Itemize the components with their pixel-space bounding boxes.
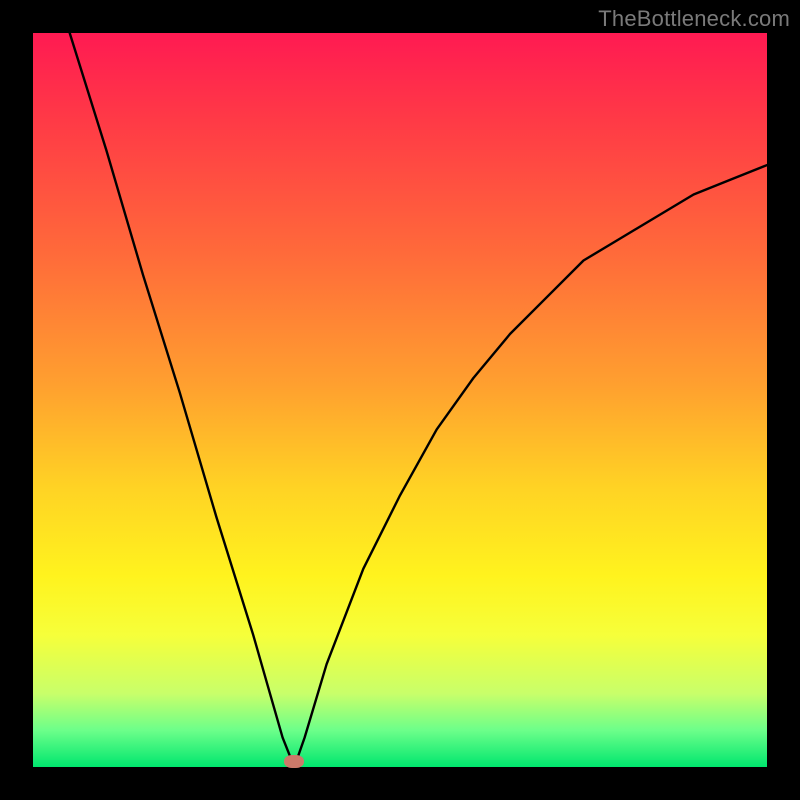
min-marker bbox=[284, 755, 304, 768]
watermark-text: TheBottleneck.com bbox=[598, 6, 790, 32]
bottleneck-curve bbox=[70, 33, 767, 767]
curve-svg bbox=[33, 33, 767, 767]
plot-area bbox=[33, 33, 767, 767]
chart-frame: TheBottleneck.com bbox=[0, 0, 800, 800]
